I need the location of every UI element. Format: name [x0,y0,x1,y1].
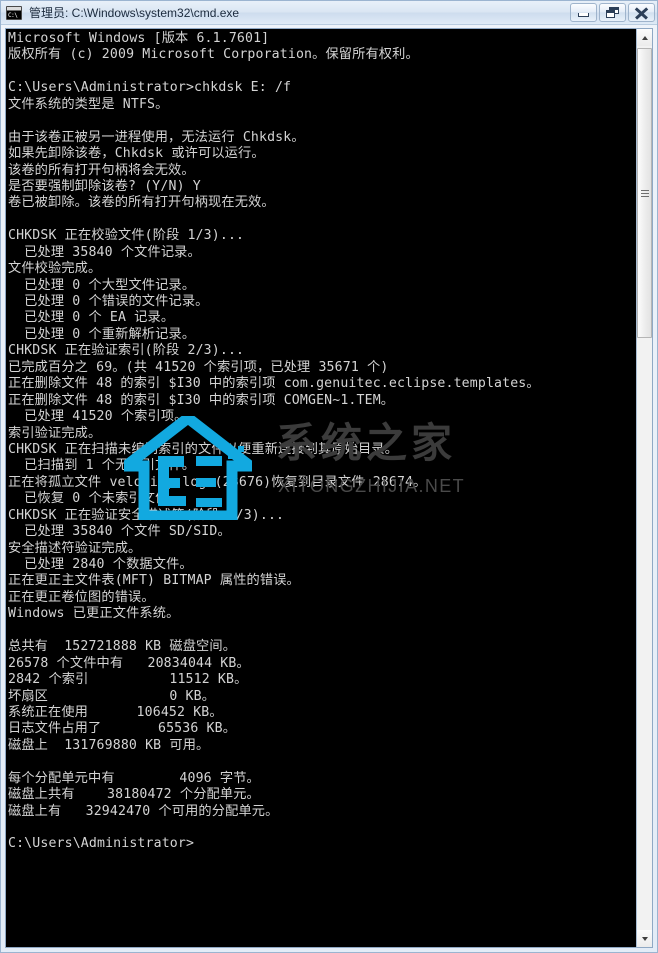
close-button[interactable] [628,3,655,22]
console-line: 如果先卸除该卷，Chkdsk 或许可以运行。 [8,146,265,162]
cmd-icon-prompt-text: C:\ [7,10,21,19]
console-line: 文件系统的类型是 NTFS。 [8,96,169,112]
console-text: Microsoft Windows [版本 6.1.7601] 版权所有 (c) … [8,31,636,853]
console-line: 已恢复 0 个未索引文件。 [8,491,182,507]
console-line: 正在更正卷位图的错误。 [8,589,155,605]
console-output-area[interactable]: Microsoft Windows [版本 6.1.7601] 版权所有 (c) … [6,29,636,947]
restore-button[interactable] [599,3,626,22]
console-line: 安全描述符验证完成。 [8,540,142,556]
scroll-down-button[interactable] [637,930,652,947]
scrollbar-grip-icon [640,188,649,199]
console-line: 每个分配单元中有 4096 字节。 [8,770,260,786]
console-line: 已处理 0 个错误的文件记录。 [8,294,209,309]
window-controls [570,3,655,22]
console-line: Windows 已更正文件系统。 [8,606,180,622]
console-line: 日志文件占用了 65536 KB。 [8,721,237,737]
console-line: 索引验证完成。 [8,425,102,441]
console-line: C:\Users\Administrator> [8,836,195,852]
scrollbar-track[interactable] [637,46,652,930]
scrollbar-thumb[interactable] [637,48,652,338]
console-line: 磁盘上有 32942470 个可用的分配单元。 [8,803,279,819]
cmd-app-icon[interactable]: C:\ [6,5,22,20]
console-line: 已扫描到 1 个无索引文件。 [8,458,196,474]
console-line: 系统正在使用 106452 KB。 [8,704,223,720]
console-line: 版权所有 (c) 2009 Microsoft Corporation。保留所有… [8,47,419,63]
minimize-icon [578,13,589,17]
scroll-down-icon [641,936,648,941]
console-line: 26578 个文件中有 20834044 KB。 [8,655,250,671]
console-line: CHKDSK 正在校验文件(阶段 1/3)... [8,228,245,244]
vertical-scrollbar[interactable] [636,28,653,948]
console-line: C:\Users\Administrator>chkdsk E: /f [8,80,292,96]
console-line: 已处理 0 个 EA 记录。 [8,310,175,326]
console-line: 正在删除文件 48 的索引 $I30 中的索引项 com.genuitec.ec… [8,376,540,392]
console-line: 正在更正主文件表(MFT) BITMAP 属性的错误。 [8,573,300,589]
title-bar[interactable]: C:\ 管理员: C:\Windows\system32\cmd.exe [1,1,657,25]
window-client-area: Microsoft Windows [版本 6.1.7601] 版权所有 (c) … [1,25,657,952]
console-line: 卷已被卸除。该卷的所有打开句柄现在无效。 [8,195,275,211]
console-line: 磁盘上 131769880 KB 可用。 [8,737,210,753]
console-line: 2842 个索引 11512 KB。 [8,672,248,688]
console-line: 正在删除文件 48 的索引 $I30 中的索引项 COMGEN~1.TEM。 [8,392,395,408]
console-line: 已处理 0 个重新解析记录。 [8,326,196,342]
console-line: 坏扇区 0 KB。 [8,688,216,704]
console-line: 已处理 41520 个索引项。 [8,409,188,425]
console-line: 磁盘上共有 38180472 个分配单元。 [8,787,260,803]
console-line: 已处理 35840 个文件记录。 [8,244,201,260]
console-line: CHKDSK 正在验证索引(阶段 2/3)... [8,343,245,359]
console-line: 已处理 35840 个文件 SD/SID。 [8,524,231,540]
console-line: 该卷的所有打开句柄将会无效。 [8,162,195,178]
console-line: 已完成百分之 69。(共 41520 个索引项，已处理 35671 个) [8,359,389,375]
console-line: 正在将孤立文件 velocity.log (28676)恢复到目录文件 2867… [8,474,427,490]
scroll-up-button[interactable] [637,29,652,46]
console-line: 是否要强制卸除该卷? (Y/N) Y [8,178,201,194]
console-line: 总共有 152721888 KB 磁盘空间。 [8,639,237,655]
console-frame: Microsoft Windows [版本 6.1.7601] 版权所有 (c) … [5,28,636,948]
console-line: CHKDSK 正在扫描未编制索引的文件以便重新连接到其原始目录。 [8,441,399,457]
restore-icon [606,7,619,18]
close-icon [635,7,648,20]
console-line: CHKDSK 正在验证安全描述符(阶段 3/3)... [8,507,285,523]
console-line: 由于该卷正被另一进程使用，无法运行 Chkdsk。 [8,129,305,145]
minimize-button[interactable] [570,3,597,22]
cmd-window: C:\ 管理员: C:\Windows\system32\cmd.exe Mic… [0,0,658,953]
console-line: Microsoft Windows [版本 6.1.7601] [8,31,270,46]
scroll-up-icon [641,35,648,40]
window-title: 管理员: C:\Windows\system32\cmd.exe [29,6,240,20]
console-line: 已处理 0 个大型文件记录。 [8,277,196,293]
console-line: 文件校验完成。 [8,261,102,277]
console-line: 已处理 2840 个数据文件。 [8,557,193,572]
